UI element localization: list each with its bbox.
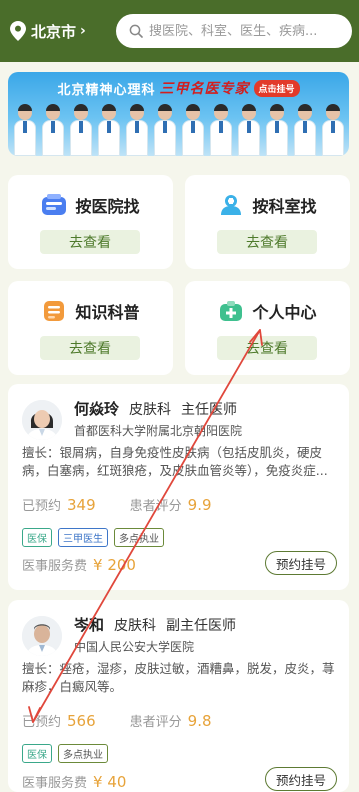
fee-value: ¥ 40 — [93, 773, 127, 791]
book-appointment-button[interactable]: 预约挂号 — [265, 551, 337, 575]
view-button[interactable]: 去查看 — [217, 336, 317, 360]
view-button[interactable]: 去查看 — [40, 230, 140, 254]
city-selector[interactable]: 北京市 › — [10, 18, 86, 44]
search-bar[interactable] — [116, 14, 352, 48]
doctor-card[interactable]: 岑和 皮肤科 副主任医师 中国人民公安大学医院 擅长：痤疮，湿疹，皮肤过敏，酒糟… — [8, 600, 349, 792]
doctor-hospital: 首都医科大学附属北京朝阳医院 — [74, 424, 243, 438]
banner-doctor-figure — [98, 102, 120, 156]
banner-doctor-figure — [154, 102, 176, 156]
banner-title-left: 北京精神心理科 — [57, 82, 156, 98]
fee-value: ¥ 200 — [93, 556, 136, 574]
rating-value: 9.9 — [187, 496, 212, 514]
department-icon — [221, 195, 242, 215]
banner-doctor-group — [14, 102, 344, 156]
doctor-tags: 医保 多点执业 — [22, 744, 108, 763]
booked-count: 566 — [67, 712, 96, 730]
doctor-hospital: 中国人民公安大学医院 — [74, 640, 195, 654]
nav-label: 知识科普 — [75, 303, 140, 322]
view-button[interactable]: 去查看 — [217, 230, 317, 254]
doctor-tags: 医保 三甲医生 多点执业 — [22, 528, 164, 547]
banner-doctor-figure — [322, 102, 344, 156]
hospital-icon — [42, 194, 67, 215]
doctor-department: 皮肤科 — [129, 402, 172, 418]
banner-doctor-figure — [42, 102, 64, 156]
nav-card-by-hospital[interactable]: 按医院找 去查看 — [8, 175, 173, 269]
medical-kit-icon — [220, 301, 243, 321]
booked-label: 已预约 — [22, 499, 62, 514]
banner-doctor-figure — [210, 102, 232, 156]
search-icon — [129, 24, 143, 38]
booked-label: 已预约 — [22, 715, 62, 730]
nav-card-personal-center[interactable]: 个人中心 去查看 — [185, 281, 350, 375]
nav-card-knowledge[interactable]: 知识科普 去查看 — [8, 281, 173, 375]
booked-count: 349 — [67, 496, 96, 514]
doctor-name: 何焱玲 — [74, 400, 120, 418]
doctor-specialty: 擅长：银屑病，自身免疫性皮肤病（包括皮肌炎，硬皮病，白塞病，红斑狼疮，及皮肤血管… — [22, 445, 328, 478]
banner-doctor-figure — [238, 102, 260, 156]
book-icon — [44, 301, 65, 321]
rating-value: 9.8 — [187, 712, 212, 730]
banner-doctor-figure — [70, 102, 92, 156]
banner-title: 北京精神心理科 三甲名医专家 点击挂号 — [8, 78, 349, 98]
doctor-card[interactable]: 何焱玲 皮肤科 主任医师 首都医科大学附属北京朝阳医院 擅长：银屑病，自身免疫性… — [8, 384, 349, 590]
banner-doctor-figure — [266, 102, 288, 156]
promo-banner[interactable]: 北京精神心理科 三甲名医专家 点击挂号 — [8, 72, 349, 156]
nav-card-by-department[interactable]: 按科室找 去查看 — [185, 175, 350, 269]
doctor-specialty: 擅长：痤疮，湿疹，皮肤过敏，酒糟鼻，脱发，皮炎，荨麻疹，白癜风等。 — [22, 661, 335, 694]
doctor-stats: 已预约 566 患者评分 9.8 — [22, 711, 246, 730]
book-appointment-button[interactable]: 预约挂号 — [265, 767, 337, 791]
doctor-stats: 已预约 349 患者评分 9.9 — [22, 495, 246, 514]
nav-label: 个人中心 — [252, 303, 317, 322]
doctor-fee: 医事服务费 ¥ 40 — [22, 772, 126, 791]
rating-label: 患者评分 — [129, 715, 182, 730]
search-input[interactable] — [149, 23, 339, 39]
chevron-right-icon: › — [80, 23, 86, 39]
doctor-title: 副主任医师 — [166, 618, 237, 634]
banner-doctor-figure — [182, 102, 204, 156]
nav-label: 按医院找 — [75, 197, 140, 216]
doctor-fee: 医事服务费 ¥ 200 — [22, 555, 136, 574]
fee-label: 医事服务费 — [22, 776, 88, 791]
tag-multi-site: 多点执业 — [58, 744, 108, 763]
location-pin-icon — [10, 21, 26, 41]
tag-top-doctor: 三甲医生 — [58, 528, 108, 547]
fee-label: 医事服务费 — [22, 559, 88, 574]
doctor-department: 皮肤科 — [114, 618, 157, 634]
doctor-avatar — [22, 616, 62, 656]
banner-doctor-figure — [14, 102, 36, 156]
nav-label: 按科室找 — [252, 197, 317, 216]
banner-title-mid: 三甲名医专家 — [159, 81, 250, 97]
doctor-title: 主任医师 — [181, 402, 238, 418]
doctor-name: 岑和 — [74, 616, 105, 634]
doctor-avatar — [22, 400, 62, 440]
view-button[interactable]: 去查看 — [40, 336, 140, 360]
city-label: 北京市 — [31, 22, 77, 41]
tag-insurance: 医保 — [22, 528, 52, 547]
tag-insurance: 医保 — [22, 744, 52, 763]
rating-label: 患者评分 — [129, 499, 182, 514]
banner-doctor-figure — [126, 102, 148, 156]
banner-doctor-figure — [294, 102, 316, 156]
top-header: 北京市 › — [0, 0, 359, 62]
banner-book-button[interactable]: 点击挂号 — [253, 79, 300, 97]
tag-multi-site: 多点执业 — [114, 528, 164, 547]
